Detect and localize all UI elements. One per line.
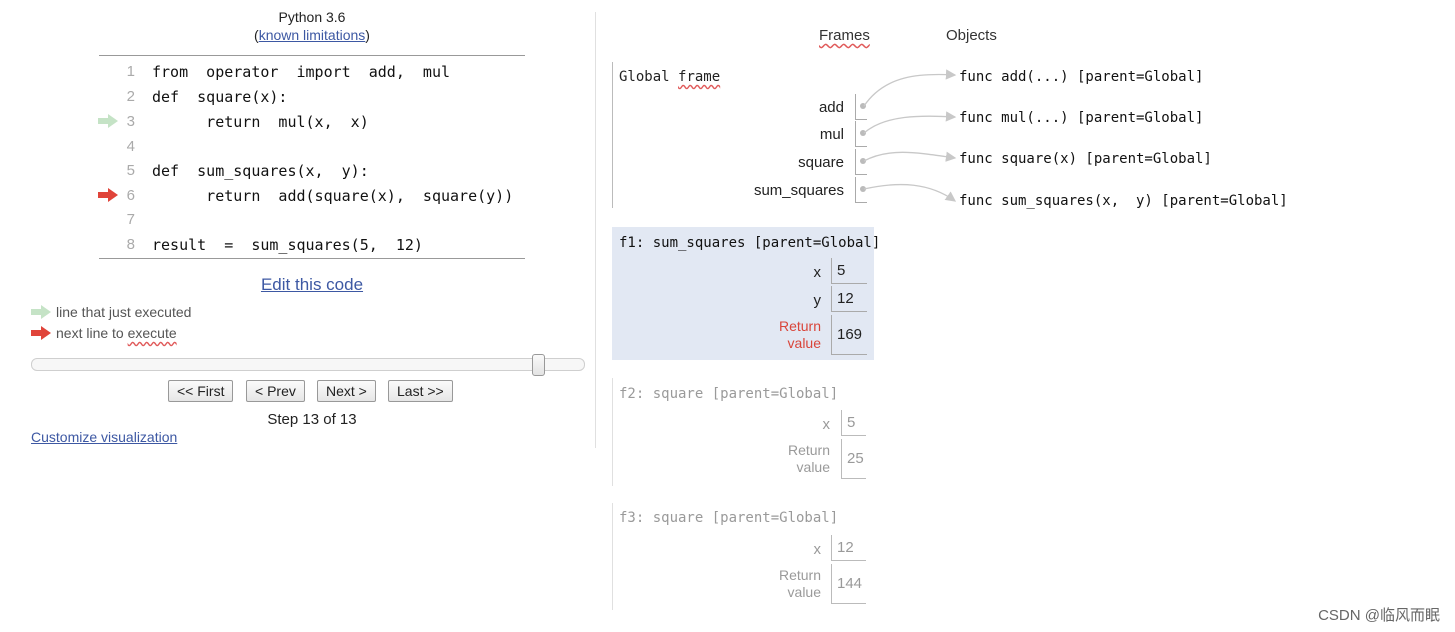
limitations-line: (known limitations) <box>254 27 370 43</box>
arrow-square <box>863 151 957 162</box>
red-arrow-icon <box>31 326 51 340</box>
f1-return-value: 169 <box>831 315 867 355</box>
frame-f3: f3: square [parent=Global] x 12 Return v… <box>612 503 874 610</box>
code-line-8: 8 result = sum_squares(5, 12) <box>126 236 423 254</box>
global-frame-border <box>612 62 613 208</box>
f1-var-y: y <box>813 292 822 309</box>
var-add: add <box>818 99 844 116</box>
frame-f2-title: f2: square [parent=Global] <box>619 386 839 402</box>
arrow-mul <box>863 111 957 134</box>
code-line-1: 1 from operator import add, mul <box>126 63 451 81</box>
frames-header: Frames <box>819 27 870 44</box>
f2-var-x: x <box>822 416 831 433</box>
f1-var-y-value: 12 <box>831 286 867 312</box>
edit-code-link[interactable]: Edit this code <box>261 275 363 294</box>
customize-visualization-link[interactable]: Customize visualization <box>31 429 177 445</box>
first-button[interactable]: << First <box>168 380 234 402</box>
code-line-5: 5 def sum_squares(x, y): <box>126 162 369 180</box>
f1-var-x: x <box>813 264 822 281</box>
green-arrow-icon <box>98 114 118 128</box>
object-func-mul: func mul(...) [parent=Global] <box>959 110 1204 126</box>
step-slider-handle[interactable] <box>532 354 545 376</box>
frame-f1: f1: sum_squares [parent=Global] x 5 y 12… <box>612 227 880 360</box>
known-limitations-link[interactable]: known limitations <box>259 27 366 43</box>
last-button[interactable]: Last >> <box>388 380 453 402</box>
watermark: CSDN @临风而眠 <box>1318 607 1440 624</box>
green-arrow-icon <box>31 305 51 319</box>
code-line-7: 7 <box>126 211 135 228</box>
f3-return-value: 144 <box>831 564 866 604</box>
code-line-3: 3 return mul(x, x) <box>98 110 525 134</box>
code-line-4: 4 <box>126 138 135 155</box>
object-func-square: func square(x) [parent=Global] <box>959 151 1212 167</box>
red-arrow-icon <box>98 188 118 202</box>
panel-divider <box>595 12 596 448</box>
edit-code-container: Edit this code <box>0 275 624 295</box>
code-line-6: 6 return add(square(x), square(y)) <box>98 184 525 208</box>
f1-var-x-value: 5 <box>831 258 867 284</box>
f3-var-x-value: 12 <box>831 535 866 561</box>
next-button[interactable]: Next > <box>317 380 376 402</box>
prev-button[interactable]: < Prev <box>246 380 305 402</box>
object-func-add: func add(...) [parent=Global] <box>959 69 1204 85</box>
objects-header: Objects <box>946 27 997 44</box>
step-slider[interactable] <box>31 358 585 371</box>
global-frame: Global frame add mul square sum_squares <box>612 62 868 208</box>
var-square: square <box>798 154 844 171</box>
frame-f2-border <box>612 378 613 486</box>
f1-return-label: Return value <box>778 318 821 351</box>
code-line-2: 2 def square(x): <box>126 88 288 106</box>
f3-return-label: Return value <box>778 567 821 600</box>
frame-f3-title: f3: square [parent=Global] <box>619 510 839 526</box>
pointer-arrows <box>863 69 957 202</box>
f2-var-x-value: 5 <box>841 410 866 436</box>
f2-return-value: 25 <box>841 439 866 479</box>
code-listing: 1 from operator import add, mul 2 def sq… <box>98 55 525 259</box>
frame-f3-border <box>612 503 613 610</box>
f3-var-x: x <box>813 541 822 558</box>
var-mul: mul <box>819 126 844 143</box>
step-counter: Step 13 of 13 <box>267 411 357 428</box>
var-sum-squares: sum_squares <box>753 182 844 199</box>
object-func-sum-squares: func sum_squares(x, y) [parent=Global] <box>959 193 1288 209</box>
customize-container: Customize visualization <box>31 429 177 445</box>
arrow-sum-squares <box>863 183 957 202</box>
language-label: Python 3.6 <box>278 9 346 25</box>
frame-f2: f2: square [parent=Global] x 5 Return va… <box>612 378 874 486</box>
arrow-add <box>863 69 957 107</box>
frame-f1-title: f1: sum_squares [parent=Global] <box>619 235 881 251</box>
f2-return-label: Return value <box>787 442 830 475</box>
global-frame-title: Global frame <box>619 69 721 85</box>
